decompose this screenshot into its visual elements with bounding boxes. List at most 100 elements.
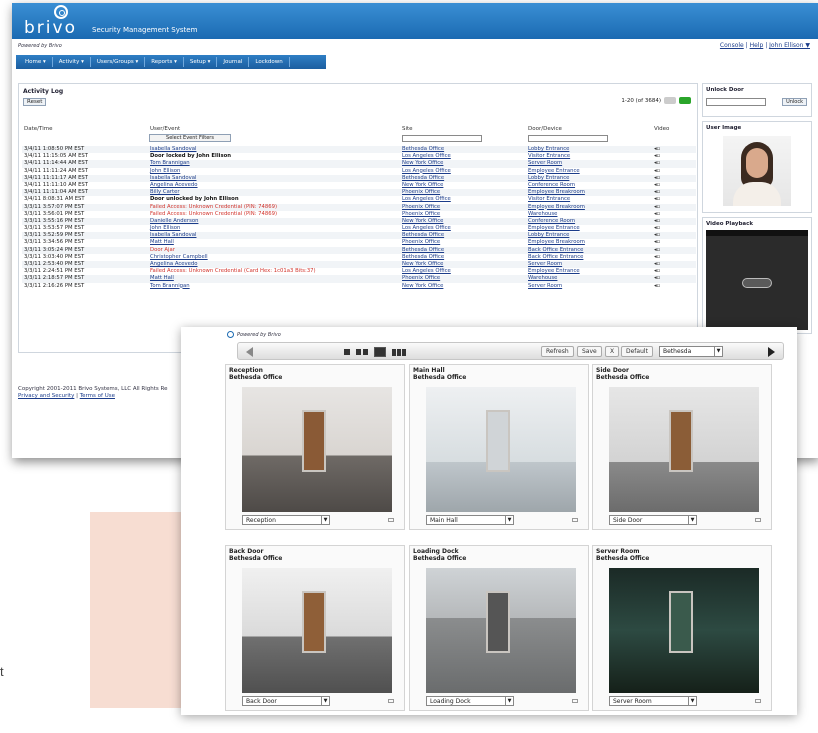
row-user-event[interactable]: Isabella Sandoval xyxy=(150,146,196,153)
camera-feed[interactable] xyxy=(426,568,576,693)
close-x-button[interactable]: X xyxy=(605,346,620,357)
reset-button[interactable]: Reset xyxy=(23,98,47,106)
camera-feed[interactable] xyxy=(242,387,392,512)
row-site[interactable]: Bethesda Office xyxy=(402,232,444,239)
row-site[interactable]: Los Angeles Office xyxy=(402,196,451,203)
row-user-event[interactable]: John Ellison xyxy=(150,225,180,232)
row-user-event[interactable]: John Ellison xyxy=(150,168,180,175)
table-row[interactable]: 3/3/11 3:53:57 PM EST John Ellison Los Ang… xyxy=(22,225,696,232)
camera-feed[interactable] xyxy=(609,387,759,512)
table-row[interactable]: 3/4/11 11:11:17 AM EST Isabella Sandoval B… xyxy=(22,174,696,182)
camera-feed[interactable] xyxy=(609,568,759,693)
camera-tile[interactable]: Loading Dock Bethesda Office Loading Dock ▼ xyxy=(409,545,589,711)
table-row[interactable]: 3/4/11 11:14:44 AM EST Tom Brannigan New Y… xyxy=(22,160,696,168)
terms-link[interactable]: Terms of Use xyxy=(80,393,115,399)
camera-tile[interactable]: Back Door Bethesda Office Back Door ▼ xyxy=(225,545,405,711)
table-row[interactable]: 3/4/11 11:11:24 AM EST John Ellison Los An… xyxy=(22,168,696,175)
row-site[interactable]: New York Office xyxy=(402,218,443,225)
table-row[interactable]: 3/3/11 3:56:01 PM EST Failed Access: Unkn… xyxy=(22,211,696,218)
row-door[interactable]: Warehouse xyxy=(528,211,557,218)
video-camera-icon[interactable]: ◂▫ xyxy=(654,268,660,275)
prev-page-button[interactable] xyxy=(664,97,676,104)
expand-icon[interactable] xyxy=(755,518,761,522)
user-menu-link[interactable]: John Ellison ▼ xyxy=(769,42,810,49)
row-user-event[interactable]: Isabella Sandoval xyxy=(150,175,196,182)
row-site[interactable]: New York Office xyxy=(402,160,443,167)
video-camera-icon[interactable]: ◂▫ xyxy=(654,239,660,246)
table-row[interactable]: 3/3/11 2:18:57 PM EST Matt Hall Phoenix Of… xyxy=(22,275,696,283)
row-door[interactable]: Back Office Entrance xyxy=(528,247,583,254)
row-door[interactable]: Employee Entrance xyxy=(528,225,580,232)
expand-icon[interactable] xyxy=(388,518,394,522)
row-door[interactable]: Lobby Entrance xyxy=(528,232,569,239)
table-row[interactable]: 3/4/11 11:15:05 AM EST Door locked by Joh… xyxy=(22,153,696,160)
layout-double-icon[interactable] xyxy=(356,349,368,355)
video-camera-icon[interactable]: ◂▫ xyxy=(654,182,660,189)
expand-icon[interactable] xyxy=(755,699,761,703)
row-site[interactable]: Phoenix Office xyxy=(402,275,440,282)
video-camera-icon[interactable]: ◂▫ xyxy=(654,247,660,254)
video-camera-icon[interactable]: ◂▫ xyxy=(654,283,660,290)
row-user-event[interactable]: Billy Carter xyxy=(150,189,180,196)
video-camera-icon[interactable]: ◂▫ xyxy=(654,189,660,196)
camera-select[interactable]: Side Door ▼ xyxy=(609,515,697,525)
video-camera-icon[interactable]: ◂▫ xyxy=(654,218,660,225)
table-row[interactable]: 3/3/11 3:34:56 PM EST Matt Hall Phoenix Of… xyxy=(22,239,696,246)
next-page-button[interactable] xyxy=(679,97,691,104)
row-site[interactable]: Bethesda Office xyxy=(402,146,444,153)
unlock-button[interactable]: Unlock xyxy=(782,98,807,106)
row-door[interactable]: Warehouse xyxy=(528,275,557,282)
camera-tile[interactable]: Main Hall Bethesda Office Main Hall ▼ xyxy=(409,364,589,530)
row-site[interactable]: Bethesda Office xyxy=(402,254,444,261)
video-camera-icon[interactable]: ◂▫ xyxy=(654,196,660,203)
prev-arrow-icon[interactable] xyxy=(246,347,253,357)
table-row[interactable]: 3/4/11 8:08:31 AM EST Door unlocked by Jo… xyxy=(22,196,696,203)
site-select[interactable]: Bethesda ▼ xyxy=(659,346,723,357)
nav-journal[interactable]: Journal xyxy=(217,57,250,67)
video-camera-icon[interactable]: ◂▫ xyxy=(654,261,660,268)
row-door[interactable]: Server Room xyxy=(528,160,562,167)
next-arrow-icon[interactable] xyxy=(768,347,775,357)
camera-tile[interactable]: Reception Bethesda Office Reception ▼ xyxy=(225,364,405,530)
row-user-event[interactable]: Matt Hall xyxy=(150,275,174,282)
row-site[interactable]: New York Office xyxy=(402,261,443,268)
nav-setup[interactable]: Setup ▾ xyxy=(184,57,218,67)
layout-single-icon[interactable] xyxy=(344,349,350,355)
table-row[interactable]: 3/3/11 2:53:40 PM EST Angelina Acevedo New… xyxy=(22,261,696,269)
row-door[interactable]: Employee Breakroom xyxy=(528,189,585,196)
row-site[interactable]: Phoenix Office xyxy=(402,211,440,218)
video-player[interactable] xyxy=(706,230,808,330)
camera-tile[interactable]: Side Door Bethesda Office Side Door ▼ xyxy=(592,364,772,530)
video-camera-icon[interactable]: ◂▫ xyxy=(654,146,660,153)
table-row[interactable]: 3/4/11 11:11:04 AM EST Billy Carter Phoeni… xyxy=(22,189,696,197)
door-filter-select[interactable] xyxy=(528,135,608,142)
play-button[interactable] xyxy=(742,278,772,288)
row-site[interactable]: New York Office xyxy=(402,182,443,189)
table-row[interactable]: 3/4/11 11:11:10 AM EST Angelina Acevedo Ne… xyxy=(22,182,696,189)
table-row[interactable]: 3/3/11 2:16:26 PM EST Tom Brannigan New Yo… xyxy=(22,283,696,290)
row-user-event[interactable]: Christopher Campbell xyxy=(150,254,208,261)
row-site[interactable]: Los Angeles Office xyxy=(402,225,451,232)
row-user-event[interactable]: Isabella Sandoval xyxy=(150,232,196,239)
nav-activity[interactable]: Activity ▾ xyxy=(53,57,91,67)
row-user-event[interactable]: Tom Brannigan xyxy=(150,283,190,290)
refresh-button[interactable]: Refresh xyxy=(541,346,574,357)
row-door[interactable]: Visitor Entrance xyxy=(528,153,570,160)
row-site[interactable]: New York Office xyxy=(402,283,443,290)
row-site[interactable]: Bethesda Office xyxy=(402,247,444,254)
row-door[interactable]: Employee Breakroom xyxy=(528,204,585,211)
camera-select[interactable]: Main Hall ▼ xyxy=(426,515,514,525)
help-link[interactable]: Help xyxy=(750,42,764,49)
row-site[interactable]: Los Angeles Office xyxy=(402,153,451,160)
row-door[interactable]: Server Room xyxy=(528,283,562,290)
row-door[interactable]: Lobby Entrance xyxy=(528,175,569,182)
table-row[interactable]: 3/3/11 3:03:40 PM EST Christopher Campbel… xyxy=(22,254,696,261)
nav-home[interactable]: Home ▾ xyxy=(19,57,53,67)
camera-feed[interactable] xyxy=(242,568,392,693)
video-camera-icon[interactable]: ◂▫ xyxy=(654,225,660,232)
camera-feed[interactable] xyxy=(426,387,576,512)
camera-tile[interactable]: Server Room Bethesda Office Server Room ▼ xyxy=(592,545,772,711)
nav-users-groups[interactable]: Users/Groups ▾ xyxy=(91,57,146,67)
video-camera-icon[interactable]: ◂▫ xyxy=(654,160,660,167)
video-camera-icon[interactable]: ◂▫ xyxy=(654,211,660,218)
